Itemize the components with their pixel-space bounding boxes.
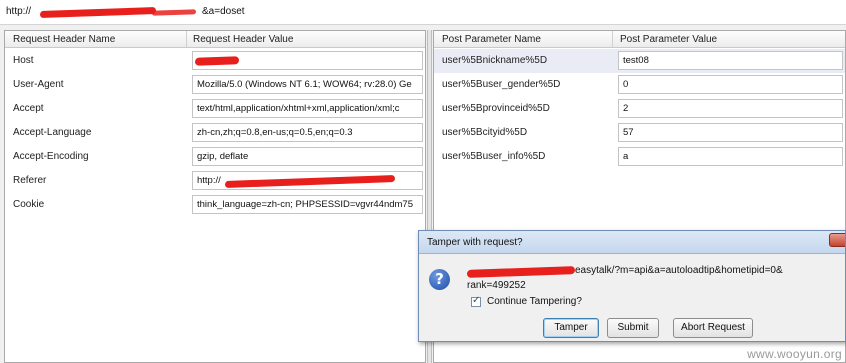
redaction-mark	[40, 6, 156, 19]
table-row[interactable]: user%5Bprovinceid%5D 2	[434, 97, 845, 121]
dialog-title: Tamper with request?	[427, 237, 523, 248]
table-row[interactable]: user%5Bnickname%5D test08	[434, 49, 845, 73]
param-value-field[interactable]: 2	[618, 99, 843, 118]
table-row[interactable]: User-Agent Mozilla/5.0 (Windows NT 6.1; …	[5, 73, 425, 97]
header-name: Accept-Encoding	[13, 151, 89, 162]
header-name: Referer	[13, 175, 47, 186]
column-header-request-header-value[interactable]: Request Header Value	[193, 34, 293, 45]
table-row[interactable]: Accept-Language zh-cn,zh;q=0.8,en-us;q=0…	[5, 121, 425, 145]
header-value-field[interactable]: gzip, deflate	[192, 147, 423, 166]
column-header-post-parameter-value[interactable]: Post Parameter Value	[620, 34, 717, 45]
param-value-field[interactable]: a	[618, 147, 843, 166]
submit-button[interactable]: Submit	[607, 318, 659, 338]
redaction-mark	[467, 266, 575, 278]
header-value-field[interactable]: text/html,application/xhtml+xml,applicat…	[192, 99, 423, 118]
dialog-message-line2: rank=499252	[467, 280, 526, 291]
header-value-field[interactable]: http://	[192, 171, 423, 190]
close-icon[interactable]	[829, 233, 845, 247]
param-value-field[interactable]: 57	[618, 123, 843, 142]
table-row[interactable]: Accept-Encoding gzip, deflate	[5, 145, 425, 169]
request-url-start: http://	[6, 6, 32, 17]
table-row[interactable]: Host	[5, 49, 425, 73]
param-name: user%5Bnickname%5D	[442, 55, 548, 66]
request-header-table-header: Request Header Name Request Header Value	[5, 31, 425, 48]
tamper-button[interactable]: Tamper	[543, 318, 599, 338]
param-name: user%5Bcityid%5D	[442, 127, 528, 138]
request-header-table: Request Header Name Request Header Value…	[4, 30, 426, 363]
header-value-field[interactable]: think_language=zh-cn; PHPSESSID=vgvr44nd…	[192, 195, 423, 214]
param-value-field[interactable]: test08	[618, 51, 843, 70]
header-value-field[interactable]: zh-cn,zh;q=0.8,en-us;q=0.5,en;q=0.3	[192, 123, 423, 142]
header-name: Cookie	[13, 199, 45, 210]
dialog-message-line1: easytalk/?m=api&a=autoloadtip&hometipid=…	[575, 265, 783, 276]
continue-tampering-label[interactable]: Continue Tampering?	[487, 296, 582, 307]
header-name: User-Agent	[13, 79, 64, 90]
header-name: Host	[13, 55, 34, 66]
watermark: www.wooyun.org	[747, 347, 842, 361]
header-name: Accept-Language	[13, 127, 92, 138]
table-row[interactable]: Referer http://	[5, 169, 425, 193]
table-row[interactable]: Accept text/html,application/xhtml+xml,a…	[5, 97, 425, 121]
table-row[interactable]: user%5Bcityid%5D 57	[434, 121, 845, 145]
table-row[interactable]: Cookie think_language=zh-cn; PHPSESSID=v…	[5, 193, 425, 217]
header-value-field[interactable]: Mozilla/5.0 (Windows NT 6.1; WOW64; rv:2…	[192, 75, 423, 94]
header-name: Accept	[13, 103, 44, 114]
abort-request-button[interactable]: Abort Request	[673, 318, 753, 338]
dialog-title-bar[interactable]: Tamper with request?	[419, 231, 845, 254]
param-name: user%5Buser_info%5D	[442, 151, 546, 162]
tamper-request-dialog: Tamper with request? ? easytalk/?m=api&a…	[418, 230, 846, 342]
column-header-request-header-name[interactable]: Request Header Name	[13, 34, 115, 45]
param-value-field[interactable]: 0	[618, 75, 843, 94]
post-parameter-table-header: Post Parameter Name Post Parameter Value	[434, 31, 845, 48]
table-row[interactable]: user%5Buser_gender%5D 0	[434, 73, 845, 97]
param-name: user%5Buser_gender%5D	[442, 79, 561, 90]
question-icon: ?	[429, 269, 450, 290]
continue-tampering-checkbox[interactable]	[471, 295, 481, 307]
redaction-mark	[152, 9, 196, 16]
request-url-bar: http:// &a=doset	[0, 0, 846, 25]
redaction-mark	[225, 175, 395, 188]
table-row[interactable]: user%5Buser_info%5D a	[434, 145, 845, 169]
header-value-field[interactable]	[192, 51, 423, 70]
redaction-mark	[195, 56, 239, 66]
param-name: user%5Bprovinceid%5D	[442, 103, 550, 114]
column-header-post-parameter-name[interactable]: Post Parameter Name	[442, 34, 541, 45]
request-url-end: &a=doset	[202, 6, 245, 17]
